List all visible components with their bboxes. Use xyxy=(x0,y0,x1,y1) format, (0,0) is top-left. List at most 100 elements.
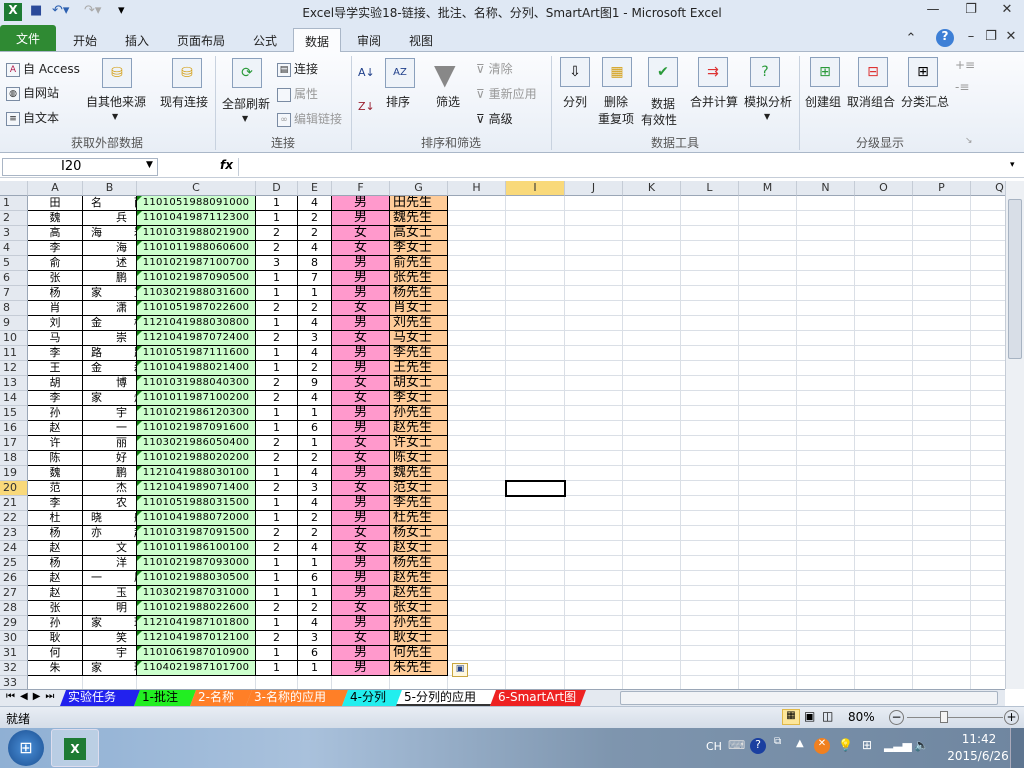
code-d-cell[interactable]: 1 xyxy=(256,271,298,286)
cell[interactable] xyxy=(298,676,332,689)
title-cell[interactable]: 赵先生 xyxy=(390,571,448,586)
cell[interactable] xyxy=(971,481,1005,496)
cell[interactable] xyxy=(681,526,739,541)
cell[interactable] xyxy=(913,571,971,586)
gender-cell[interactable]: 男 xyxy=(332,496,390,511)
cell[interactable] xyxy=(971,601,1005,616)
surname-cell[interactable]: 张 xyxy=(28,601,83,616)
cell[interactable] xyxy=(739,466,797,481)
cell[interactable] xyxy=(448,676,506,689)
cell[interactable] xyxy=(565,301,623,316)
id-cell[interactable]: 1101031988021900 xyxy=(137,226,256,241)
cell[interactable] xyxy=(623,511,681,526)
cell[interactable] xyxy=(797,286,855,301)
cell[interactable] xyxy=(739,421,797,436)
cell[interactable] xyxy=(83,676,137,689)
text-to-columns-button[interactable]: 分列 xyxy=(563,93,587,110)
cell[interactable] xyxy=(623,436,681,451)
cell[interactable] xyxy=(913,586,971,601)
cell[interactable] xyxy=(913,346,971,361)
id-cell[interactable]: 1103021988031600 xyxy=(137,286,256,301)
gender-cell[interactable]: 女 xyxy=(332,451,390,466)
cell[interactable] xyxy=(681,301,739,316)
select-all-corner[interactable] xyxy=(0,181,28,196)
cell[interactable] xyxy=(913,211,971,226)
cell[interactable] xyxy=(506,241,565,256)
row-header[interactable]: 7 xyxy=(0,286,28,301)
cell[interactable] xyxy=(506,466,565,481)
cell[interactable] xyxy=(623,316,681,331)
title-cell[interactable]: 孙先生 xyxy=(390,406,448,421)
cell[interactable] xyxy=(623,226,681,241)
cell[interactable] xyxy=(971,391,1005,406)
gender-cell[interactable]: 女 xyxy=(332,391,390,406)
subtotal-button[interactable]: 分类汇总 xyxy=(901,93,949,110)
cell[interactable] xyxy=(623,601,681,616)
cell[interactable] xyxy=(448,361,506,376)
cell[interactable] xyxy=(971,361,1005,376)
surname-cell[interactable]: 李 xyxy=(28,496,83,511)
cell[interactable] xyxy=(506,526,565,541)
code-d-cell[interactable]: 2 xyxy=(256,226,298,241)
gender-cell[interactable]: 男 xyxy=(332,316,390,331)
cell[interactable] xyxy=(797,346,855,361)
cell[interactable] xyxy=(913,361,971,376)
cell[interactable] xyxy=(855,466,913,481)
cell[interactable] xyxy=(971,346,1005,361)
cell[interactable] xyxy=(681,616,739,631)
cell[interactable] xyxy=(506,256,565,271)
tab-data[interactable]: 数据 xyxy=(293,28,341,52)
code-d-cell[interactable]: 1 xyxy=(256,466,298,481)
cell[interactable] xyxy=(506,451,565,466)
help-icon[interactable]: ? xyxy=(936,29,954,47)
title-cell[interactable]: 俞先生 xyxy=(390,256,448,271)
cell[interactable] xyxy=(797,271,855,286)
cell[interactable] xyxy=(448,556,506,571)
surname-cell[interactable]: 高 xyxy=(28,226,83,241)
cell[interactable] xyxy=(913,556,971,571)
cell[interactable] xyxy=(855,421,913,436)
column-header-E[interactable]: E xyxy=(298,181,332,196)
row-header[interactable]: 33 xyxy=(0,676,28,689)
cell[interactable] xyxy=(681,661,739,676)
gender-cell[interactable]: 男 xyxy=(332,271,390,286)
code-d-cell[interactable]: 1 xyxy=(256,196,298,211)
given-name-cell[interactable]: 好 xyxy=(83,451,137,466)
cell[interactable] xyxy=(855,436,913,451)
gender-cell[interactable]: 男 xyxy=(332,361,390,376)
row-header[interactable]: 31 xyxy=(0,646,28,661)
cell[interactable] xyxy=(681,541,739,556)
cell[interactable] xyxy=(971,526,1005,541)
cell[interactable] xyxy=(681,466,739,481)
cell[interactable] xyxy=(623,256,681,271)
gender-cell[interactable]: 女 xyxy=(332,331,390,346)
cell[interactable] xyxy=(855,226,913,241)
clear-button[interactable]: ⊽ 清除 xyxy=(476,60,513,77)
title-cell[interactable]: 许女士 xyxy=(390,436,448,451)
cell[interactable] xyxy=(448,376,506,391)
code-e-cell[interactable]: 4 xyxy=(298,346,332,361)
code-e-cell[interactable]: 6 xyxy=(298,646,332,661)
row-header[interactable]: 5 xyxy=(0,256,28,271)
cell[interactable] xyxy=(565,271,623,286)
title-cell[interactable]: 耿女士 xyxy=(390,631,448,646)
cell[interactable] xyxy=(797,436,855,451)
title-cell[interactable]: 何先生 xyxy=(390,646,448,661)
cell[interactable] xyxy=(448,571,506,586)
id-cell[interactable]: 1101041988072000 xyxy=(137,511,256,526)
id-cell[interactable]: 1103021986050400 xyxy=(137,436,256,451)
cell[interactable] xyxy=(506,331,565,346)
cell[interactable] xyxy=(855,631,913,646)
row-header[interactable]: 32 xyxy=(0,661,28,676)
cell[interactable] xyxy=(797,646,855,661)
cell[interactable] xyxy=(448,631,506,646)
gender-cell[interactable]: 女 xyxy=(332,436,390,451)
cell[interactable] xyxy=(448,601,506,616)
id-cell[interactable]: 1101021987093000 xyxy=(137,556,256,571)
cell[interactable] xyxy=(797,226,855,241)
code-e-cell[interactable]: 2 xyxy=(298,601,332,616)
cell[interactable] xyxy=(506,286,565,301)
cell[interactable] xyxy=(797,556,855,571)
given-name-cell[interactable]: 丽 xyxy=(83,436,137,451)
sheet-tab[interactable]: 实验任务 xyxy=(60,690,140,706)
